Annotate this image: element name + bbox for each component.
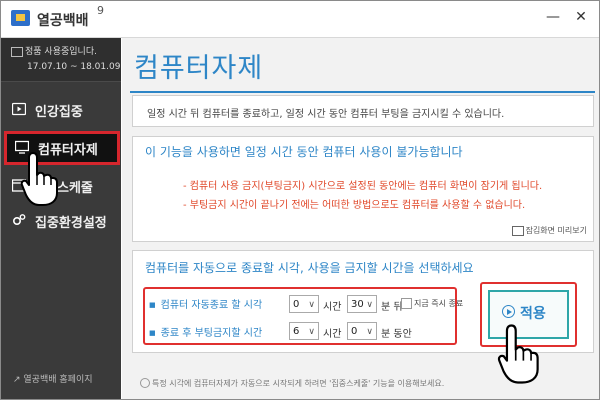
immediate-shutdown-checkbox[interactable]: [401, 298, 412, 309]
warning-line: - 부팅금지 시간이 끝나기 전에는 어떠한 방법으로도 컴퓨터를 사용할 수 …: [183, 200, 526, 211]
description-text: 일정 시간 뒤 컴퓨터를 종료하고, 일정 시간 동안 컴퓨터 부팅을 금지시킬…: [147, 109, 505, 120]
play-icon: [12, 102, 26, 116]
hour-unit: 시간: [323, 302, 342, 313]
homepage-label: 열공백배 홈페이지: [23, 375, 93, 385]
chevron-down-icon: ∨: [366, 300, 373, 310]
sidebar-item-label: 스케줄: [57, 181, 93, 196]
minimize-button[interactable]: —: [545, 9, 561, 25]
boot-block-minutes-select[interactable]: 0 ∨: [347, 322, 377, 340]
app-title: 열공백배: [37, 13, 89, 29]
app-window: 열공백배 9 — ✕ 정품 사용중입니다. 17.07.10 ~ 18.01.0…: [0, 0, 600, 400]
sidebar-item-lecture-focus[interactable]: 인강집중: [1, 93, 121, 127]
info-icon: [140, 378, 150, 388]
sidebar-item-focus-settings[interactable]: 집중환경설정: [1, 204, 121, 238]
homepage-link[interactable]: ↗ 열공백배 홈페이지: [13, 372, 93, 385]
monitor-icon: [511, 225, 524, 236]
preview-label: 잠김화면 미리보기: [525, 226, 587, 235]
pointer-hand-icon: [497, 324, 539, 384]
license-icon: [11, 47, 23, 57]
hour-unit: 시간: [323, 329, 342, 340]
page-title: 컴퓨터자제: [134, 53, 264, 84]
license-dates: 17.07.10 ~ 18.01.09: [27, 62, 121, 72]
shutdown-hours-select[interactable]: 0 ∨: [289, 295, 319, 313]
immediate-shutdown-label: 지금 즉시 종료: [414, 299, 464, 308]
sidebar-item-label: 집중환경설정: [35, 216, 107, 231]
description-panel: 일정 시간 뒤 컴퓨터를 종료하고, 일정 시간 동안 컴퓨터 부팅을 금지시킬…: [132, 95, 594, 127]
select-value: 0: [351, 326, 358, 337]
boot-block-label: 종료 후 부팅금지할 시간: [149, 324, 263, 339]
pointer-hand-icon: [20, 152, 58, 206]
boot-block-hours-select[interactable]: 6 ∨: [289, 322, 319, 340]
license-text: 정품 사용중입니다.: [25, 47, 97, 57]
warning-title: 이 기능을 사용하면 일정 시간 동안 컴퓨터 사용이 불가능합니다: [145, 145, 463, 159]
lock-screen-preview-button[interactable]: 잠김화면 미리보기: [511, 225, 587, 236]
warning-panel: 이 기능을 사용하면 일정 시간 동안 컴퓨터 사용이 불가능합니다 - 컴퓨터…: [132, 136, 594, 242]
title-bar: 열공백배 9 — ✕: [1, 1, 599, 38]
chevron-down-icon: ∨: [308, 300, 315, 310]
close-button[interactable]: ✕: [573, 9, 589, 25]
select-value: 6: [293, 326, 300, 337]
apply-label: 적용: [520, 306, 546, 322]
time-settings-group: 컴퓨터 자동종료 할 시각 0∨ 시간 30∨ 분 뒤 종료 후 부팅금지할 시…: [143, 287, 457, 345]
footnote: 특정 시각에 컴퓨터자제가 자동으로 시작되게 하려면 '집중스케줄' 기능을 …: [152, 379, 445, 388]
shutdown-minutes-select[interactable]: 30 ∨: [347, 295, 377, 313]
app-version: 9: [97, 4, 104, 17]
chevron-down-icon: ∨: [308, 327, 315, 337]
minute-unit: 분 동안: [381, 329, 412, 340]
minute-unit: 분 뒤: [381, 302, 403, 313]
sidebar-item-label: 인강집중: [35, 105, 83, 120]
chevron-down-icon: ∨: [366, 327, 373, 337]
warning-line: - 컴퓨터 사용 금지(부팅금지) 시간으로 설정된 동안에는 컴퓨터 화면이 …: [183, 181, 543, 192]
play-circle-icon: [502, 305, 515, 318]
gear-icon: [12, 214, 26, 226]
license-status: 정품 사용중입니다. 17.07.10 ~ 18.01.09: [1, 38, 121, 82]
select-value: 30: [351, 299, 364, 310]
shutdown-time-label: 컴퓨터 자동종료 할 시각: [149, 296, 263, 311]
select-value: 0: [293, 299, 300, 310]
app-logo-icon: [11, 10, 30, 26]
settings-title: 컴퓨터를 자동으로 종료할 시각, 사용을 금지할 시간을 선택하세요: [145, 261, 474, 275]
sidebar: 정품 사용중입니다. 17.07.10 ~ 18.01.09 인강집중 컴퓨터자…: [1, 38, 121, 399]
